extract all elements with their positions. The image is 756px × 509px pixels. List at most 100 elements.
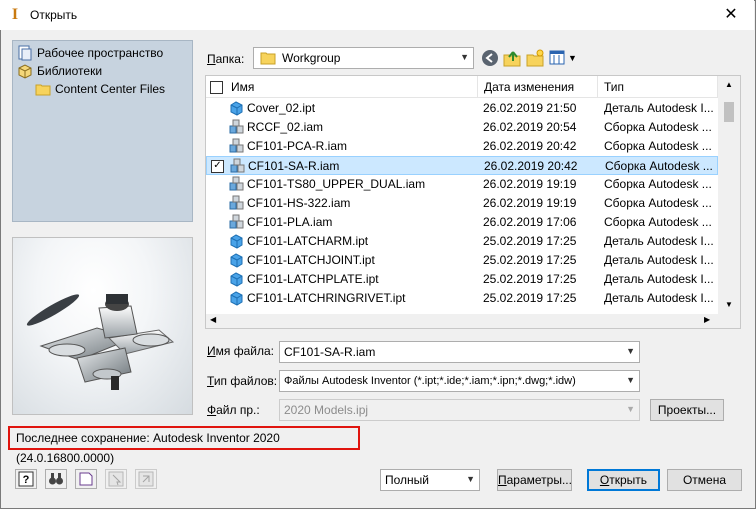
file-row[interactable]: CF101-LATCHJOINT.ipt 25.02.2019 17:25 Дета… xyxy=(206,251,718,270)
chevron-down-icon: ▼ xyxy=(626,375,635,385)
place-content-center[interactable]: Content Center Files xyxy=(35,80,165,98)
file-type: Сборка Autodesk ... xyxy=(604,215,712,229)
file-date: 26.02.2019 19:19 xyxy=(483,196,577,210)
file-row[interactable]: CF101-HS-322.iam 26.02.2019 19:19 Сборка A… xyxy=(206,194,718,213)
row-checkbox[interactable] xyxy=(210,235,221,246)
project-select[interactable]: 2020 Models.ipj ▼ xyxy=(279,399,640,421)
file-date: 25.02.2019 17:25 xyxy=(483,234,577,248)
inventor-icon: I xyxy=(11,6,19,23)
file-date: 26.02.2019 17:06 xyxy=(483,215,577,229)
new-folder-icon xyxy=(526,49,544,67)
scroll-left-icon[interactable]: ◀ xyxy=(210,315,216,324)
filetype-value: Файлы Autodesk Inventor (*.ipt;*.ide;*.i… xyxy=(284,375,576,387)
disabled-tool-button-1[interactable] xyxy=(105,469,127,489)
filetype-select[interactable]: Файлы Autodesk Inventor (*.ipt;*.ide;*.i… xyxy=(279,370,640,392)
close-button[interactable]: ✕ xyxy=(714,4,748,26)
scroll-corner xyxy=(718,314,740,328)
row-checkbox[interactable] xyxy=(210,254,221,265)
file-row[interactable]: CF101-LATCHRINGRIVET.ipt 25.02.2019 17:25… xyxy=(206,289,718,308)
filename-input[interactable]: CF101-SA-R.iam ▼ xyxy=(279,341,640,363)
options-button[interactable] xyxy=(75,469,97,489)
up-folder-icon xyxy=(503,51,521,67)
file-list[interactable]: Имя Дата изменения ˇ Тип Cover_02.ipt 26.… xyxy=(205,75,741,329)
svg-text:?: ? xyxy=(23,474,30,486)
find-button[interactable] xyxy=(45,469,67,489)
file-row[interactable]: ✓ CF101-SA-R.iam 26.02.2019 20:42 Сборка Au… xyxy=(206,156,718,175)
file-row[interactable]: CF101-PLA.iam 26.02.2019 17:06 Сборка Auto… xyxy=(206,213,718,232)
file-date: 26.02.2019 20:42 xyxy=(484,159,578,173)
row-checkbox[interactable] xyxy=(210,216,221,227)
file-row[interactable]: CF101-TS80_UPPER_DUAL.iam 26.02.2019 19:1… xyxy=(206,175,718,194)
row-checkbox[interactable] xyxy=(210,197,221,208)
file-row[interactable]: Cover_02.ipt 26.02.2019 21:50 Деталь Autod… xyxy=(206,99,718,118)
row-checkbox[interactable] xyxy=(210,292,221,303)
help-button[interactable]: ? xyxy=(15,469,37,489)
disabled-tool-button-2[interactable] xyxy=(135,469,157,489)
file-row[interactable]: CF101-LATCHARM.ipt 25.02.2019 17:25 Деталь… xyxy=(206,232,718,251)
row-checkbox[interactable] xyxy=(210,102,221,113)
scroll-thumb[interactable] xyxy=(724,102,734,122)
select-all-checkbox[interactable] xyxy=(210,81,223,95)
row-checkbox[interactable] xyxy=(210,121,221,132)
up-folder-button[interactable] xyxy=(503,49,521,70)
file-date: 26.02.2019 20:54 xyxy=(483,120,577,134)
folder-label: Папка: xyxy=(207,52,245,66)
row-checkbox[interactable]: ✓ xyxy=(211,160,224,173)
scroll-down-icon[interactable]: ▼ xyxy=(725,300,733,309)
column-name[interactable]: Имя xyxy=(206,76,478,98)
file-date: 26.02.2019 20:42 xyxy=(483,139,577,153)
assembly-file-icon xyxy=(229,138,244,153)
binoculars-icon xyxy=(49,473,63,485)
place-label: Content Center Files xyxy=(55,82,166,96)
place-libraries[interactable]: Библиотеки xyxy=(17,62,102,80)
column-date[interactable]: Дата изменения ˇ xyxy=(478,76,598,98)
file-date: 26.02.2019 19:19 xyxy=(483,177,577,191)
file-type: Деталь Autodesk I... xyxy=(604,272,714,286)
scroll-up-icon[interactable]: ▲ xyxy=(725,80,733,89)
file-name: CF101-LATCHPLATE.ipt xyxy=(247,272,379,286)
projects-button[interactable]: Проекты... xyxy=(650,399,724,421)
file-row[interactable]: CF101-LATCHPLATE.ipt 25.02.2019 17:25 Дета… xyxy=(206,270,718,289)
view-menu-button[interactable]: ▼ xyxy=(549,49,577,67)
place-workspace[interactable]: Рабочее пространство xyxy=(17,44,163,62)
file-row[interactable]: RCCF_02.iam 26.02.2019 20:54 Сборка Autode… xyxy=(206,118,718,137)
folder-combo[interactable]: Workgroup ▼ xyxy=(253,47,474,69)
horizontal-scrollbar[interactable]: ◀ ▶ xyxy=(206,314,718,328)
row-checkbox[interactable] xyxy=(210,178,221,189)
column-date-label: Дата изменения xyxy=(484,80,575,94)
part-file-icon xyxy=(230,291,243,306)
filename-label: Имя файла: xyxy=(207,344,274,358)
close-icon: ✕ xyxy=(724,6,738,23)
column-type-label: Тип xyxy=(604,80,625,94)
back-button[interactable] xyxy=(481,49,499,70)
file-name: RCCF_02.iam xyxy=(247,120,324,134)
chevron-down-icon: ▼ xyxy=(466,474,475,484)
cancel-button[interactable]: Отмена xyxy=(667,469,742,491)
new-folder-button[interactable] xyxy=(526,49,544,70)
file-type: Сборка Autodesk ... xyxy=(604,196,712,210)
part-file-icon xyxy=(230,253,243,268)
places-panel: Рабочее пространство Библиотеки Content … xyxy=(12,40,193,222)
part-file-icon xyxy=(230,101,243,116)
file-name: CF101-LATCHARM.ipt xyxy=(247,234,369,248)
mode-select[interactable]: Полный ▼ xyxy=(380,469,480,491)
project-value: 2020 Models.ipj xyxy=(284,403,369,417)
vertical-scrollbar[interactable]: ▲ ▼ xyxy=(718,76,740,314)
mode-value: Полный xyxy=(385,473,429,487)
document-icon xyxy=(79,472,93,486)
chevron-down-icon: ▼ xyxy=(568,53,577,63)
file-type: Деталь Autodesk I... xyxy=(604,234,714,248)
column-type[interactable]: Тип xyxy=(598,76,718,98)
parameters-button[interactable]: Параметры... xyxy=(497,469,572,491)
file-name: CF101-TS80_UPPER_DUAL.iam xyxy=(247,177,426,191)
row-checkbox[interactable] xyxy=(210,273,221,284)
file-row[interactable]: CF101-PCA-R.iam 26.02.2019 20:42 Сборка Au… xyxy=(206,137,718,156)
chevron-down-icon: ▼ xyxy=(460,52,469,62)
open-button[interactable]: Открыть xyxy=(587,469,660,491)
scroll-right-icon[interactable]: ▶ xyxy=(704,315,710,324)
row-checkbox[interactable] xyxy=(210,140,221,151)
file-type: Деталь Autodesk I... xyxy=(604,101,714,115)
file-name: CF101-HS-322.iam xyxy=(247,196,351,210)
file-name: CF101-PLA.iam xyxy=(247,215,333,229)
folder-value: Workgroup xyxy=(282,51,341,65)
